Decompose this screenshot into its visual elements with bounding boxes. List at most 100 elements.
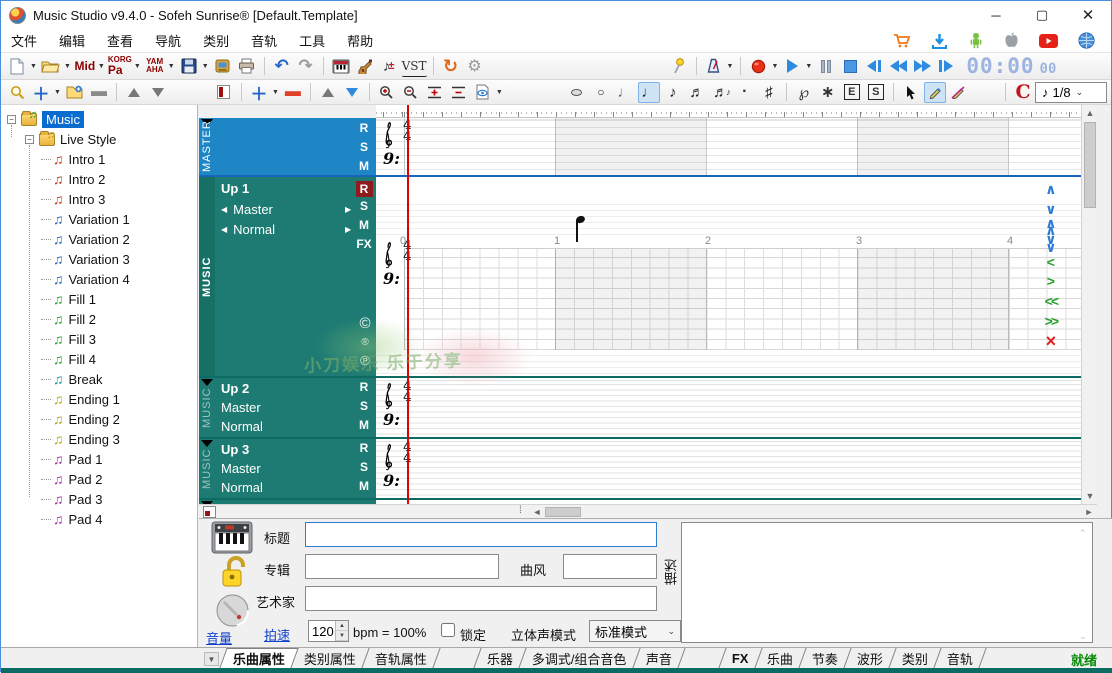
pause-button[interactable] [815, 56, 837, 77]
up3-solo-button[interactable]: S [354, 460, 374, 479]
tempo-down-icon[interactable]: ▼ [336, 631, 348, 641]
track-up3-header[interactable]: MUSIC Up 3 Master Normal R S M [199, 439, 376, 498]
tree-item[interactable]: ♫Variation 1 [1, 209, 197, 229]
volume-knob-icon[interactable] [215, 593, 250, 631]
previous-measure-button[interactable] [863, 56, 885, 77]
title-input[interactable] [305, 522, 657, 547]
sharp-button[interactable]: ♯ [758, 82, 780, 103]
menu-item-1[interactable]: 文件 [11, 31, 37, 50]
minimize-button[interactable]: ─ [973, 1, 1019, 29]
microphone-button[interactable] [668, 56, 690, 77]
tempo-spinner[interactable]: ▲▼ [308, 620, 349, 642]
track-up2-master-link[interactable]: Master [221, 400, 261, 415]
save-button[interactable] [178, 56, 200, 77]
stereo-mode-select[interactable]: 标准模式⌄ [589, 620, 681, 642]
track-up2-header[interactable]: MUSIC Up 2 Master Normal R S M [199, 378, 376, 437]
tree-item[interactable]: ♫Ending 2 [1, 409, 197, 429]
add-category-button[interactable]: ＋ [30, 82, 52, 103]
next-arrow-icon[interactable]: ▶ [345, 205, 351, 214]
collapse-box-icon[interactable]: − [7, 115, 16, 124]
scroll-down-icon[interactable]: ⌄ [1079, 631, 1087, 642]
master-record-button[interactable]: R [354, 121, 374, 140]
add-category-dropdown[interactable]: ▼ [54, 89, 61, 96]
unlock-icon[interactable] [219, 555, 251, 595]
master-track-header[interactable]: MASTER R S M [199, 118, 376, 175]
save-dropdown[interactable]: ▼ [202, 63, 209, 70]
tree-item[interactable]: ♫Variation 4 [1, 269, 197, 289]
up3-record-button[interactable]: R [354, 441, 374, 460]
fast-forward-button[interactable] [911, 56, 933, 77]
shift-left-icon[interactable]: < [1047, 253, 1055, 272]
tree-item[interactable]: ♫Pad 4 [1, 509, 197, 529]
guitar-button[interactable] [354, 56, 376, 77]
horizontal-scrollbar[interactable]: ⁞ ◄ ► [199, 504, 1097, 518]
eraser-tool-button[interactable] [948, 82, 970, 103]
scroll-down-button[interactable]: ▼ [1082, 488, 1098, 504]
download-icon[interactable] [931, 33, 948, 49]
tree-item[interactable]: ♫Pad 3 [1, 489, 197, 509]
menu-item-6[interactable]: 音轨 [251, 31, 277, 50]
octave-down-icon[interactable]: ∨∨ [1045, 236, 1056, 251]
step-mode-button[interactable]: S [865, 82, 887, 103]
pedal-mark-button[interactable]: ℘ [793, 82, 815, 103]
tab-4[interactable]: 乐器 [473, 648, 526, 668]
track-up2-lane[interactable] [376, 378, 1081, 437]
tree-root-music[interactable]: − ♫ Music [1, 109, 197, 129]
playhead[interactable] [407, 105, 409, 504]
tempo-up-icon[interactable]: ▲ [336, 621, 348, 631]
tab-1[interactable]: 乐曲属性 [219, 648, 298, 668]
track-up1-normal-link[interactable]: Normal [233, 222, 275, 237]
tree-item[interactable]: ♫Intro 2 [1, 169, 197, 189]
menu-item-2[interactable]: 编辑 [59, 31, 85, 50]
stop-button[interactable] [839, 56, 861, 77]
volume-link[interactable]: 音量 [206, 628, 232, 647]
yamaha-button[interactable]: YAMAHA [144, 56, 166, 77]
half-note-button[interactable]: ♩ [614, 82, 636, 103]
metronome-button[interactable] [703, 56, 725, 77]
add-folder-button[interactable] [64, 82, 86, 103]
copyright-button[interactable]: © [357, 315, 373, 332]
menu-item-8[interactable]: 帮助 [347, 31, 373, 50]
metronome-dropdown[interactable]: ▼ [727, 63, 734, 70]
quarter-note-button[interactable]: ♩ [638, 82, 660, 103]
view-options-button[interactable] [472, 82, 494, 103]
next-arrow-icon[interactable]: ▶ [345, 225, 351, 234]
move-down-button[interactable] [147, 82, 169, 103]
add-track-button[interactable]: ＋ [248, 82, 270, 103]
up1-mute-button[interactable]: M [354, 218, 374, 237]
tree-item[interactable]: ♫Fill 1 [1, 289, 197, 309]
phonogram-button[interactable]: ℗ [357, 353, 373, 368]
menu-item-3[interactable]: 查看 [107, 31, 133, 50]
add-track-dropdown[interactable]: ▼ [272, 89, 279, 96]
sixteenth-note-button[interactable]: ♬ [686, 82, 708, 103]
quarter-note[interactable] [574, 215, 586, 243]
dotted-note-button[interactable]: · [734, 82, 756, 103]
up1-fx-button[interactable]: FX [354, 237, 374, 256]
menu-item-7[interactable]: 工具 [299, 31, 325, 50]
zoom-out-button[interactable] [400, 82, 422, 103]
tree-item[interactable]: ♫Fill 2 [1, 309, 197, 329]
globe-icon[interactable] [1078, 32, 1095, 49]
tab-2[interactable]: 类别属性 [291, 648, 369, 668]
track-up3-master-link[interactable]: Master [221, 461, 261, 476]
zoom-in-button[interactable] [376, 82, 398, 103]
settings-gear-button[interactable]: ⚙ [464, 56, 486, 77]
play-dropdown[interactable]: ▼ [805, 63, 812, 70]
snap-value-dropdown[interactable]: ♪1/8⌄ [1035, 82, 1107, 103]
delete-icon[interactable]: × [1046, 332, 1057, 350]
tab-3[interactable]: 音轨属性 [362, 648, 440, 668]
up2-mute-button[interactable]: M [354, 418, 374, 437]
youtube-icon[interactable] [1039, 34, 1058, 48]
tree-item[interactable]: ♫Fill 3 [1, 329, 197, 349]
vst-button[interactable]: VST [402, 56, 427, 77]
ornament-button[interactable]: ∗ [817, 82, 839, 103]
collapse-box-icon[interactable]: − [25, 135, 34, 144]
tempo-link[interactable]: 拍速 [264, 625, 290, 644]
redo-button[interactable]: ↷ [295, 56, 317, 77]
up1-record-button[interactable]: R [356, 181, 373, 197]
record-dropdown[interactable]: ▼ [771, 63, 778, 70]
track-up-button[interactable] [317, 82, 339, 103]
tab-6[interactable]: 声音 [633, 648, 685, 668]
description-textarea[interactable] [681, 522, 1093, 643]
korg-dropdown[interactable]: ▼ [134, 63, 141, 70]
